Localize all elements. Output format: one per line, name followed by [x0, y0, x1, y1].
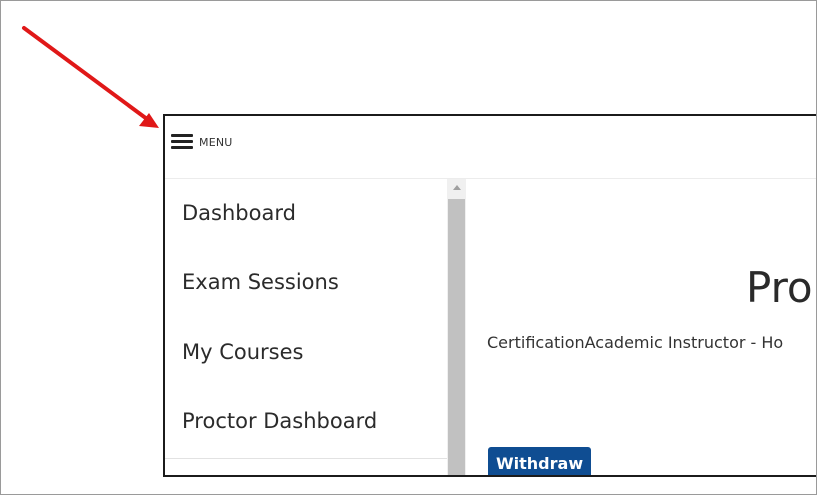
withdraw-button[interactable]: Withdraw: [488, 447, 592, 475]
sidebar-item-exam-sessions[interactable]: Exam Sessions: [182, 270, 339, 294]
menu-label[interactable]: MENU: [199, 136, 233, 149]
app-window: MENU Dashboard Exam Sessions My Courses …: [163, 114, 816, 477]
page-subtitle: CertificationAcademic Instructor - Ho: [487, 333, 784, 352]
screenshot-frame: MENU Dashboard Exam Sessions My Courses …: [0, 0, 817, 495]
nav-divider: [165, 458, 447, 459]
menu-bar: MENU: [165, 116, 816, 179]
main-content: Pro CertificationAcademic Instructor - H…: [467, 179, 816, 475]
page-title: Pro: [746, 263, 813, 312]
sidebar-item-my-courses[interactable]: My Courses: [182, 340, 303, 364]
scrollbar-thumb[interactable]: [448, 199, 465, 475]
scroll-up-arrow-icon[interactable]: [447, 179, 466, 197]
sidebar-nav: Dashboard Exam Sessions My Courses Proct…: [165, 179, 468, 475]
sidebar-item-dashboard[interactable]: Dashboard: [182, 201, 296, 225]
hamburger-menu-icon[interactable]: [171, 133, 193, 151]
sidebar-item-proctor-dashboard[interactable]: Proctor Dashboard: [182, 409, 377, 433]
sidebar-scrollbar[interactable]: [447, 179, 466, 475]
